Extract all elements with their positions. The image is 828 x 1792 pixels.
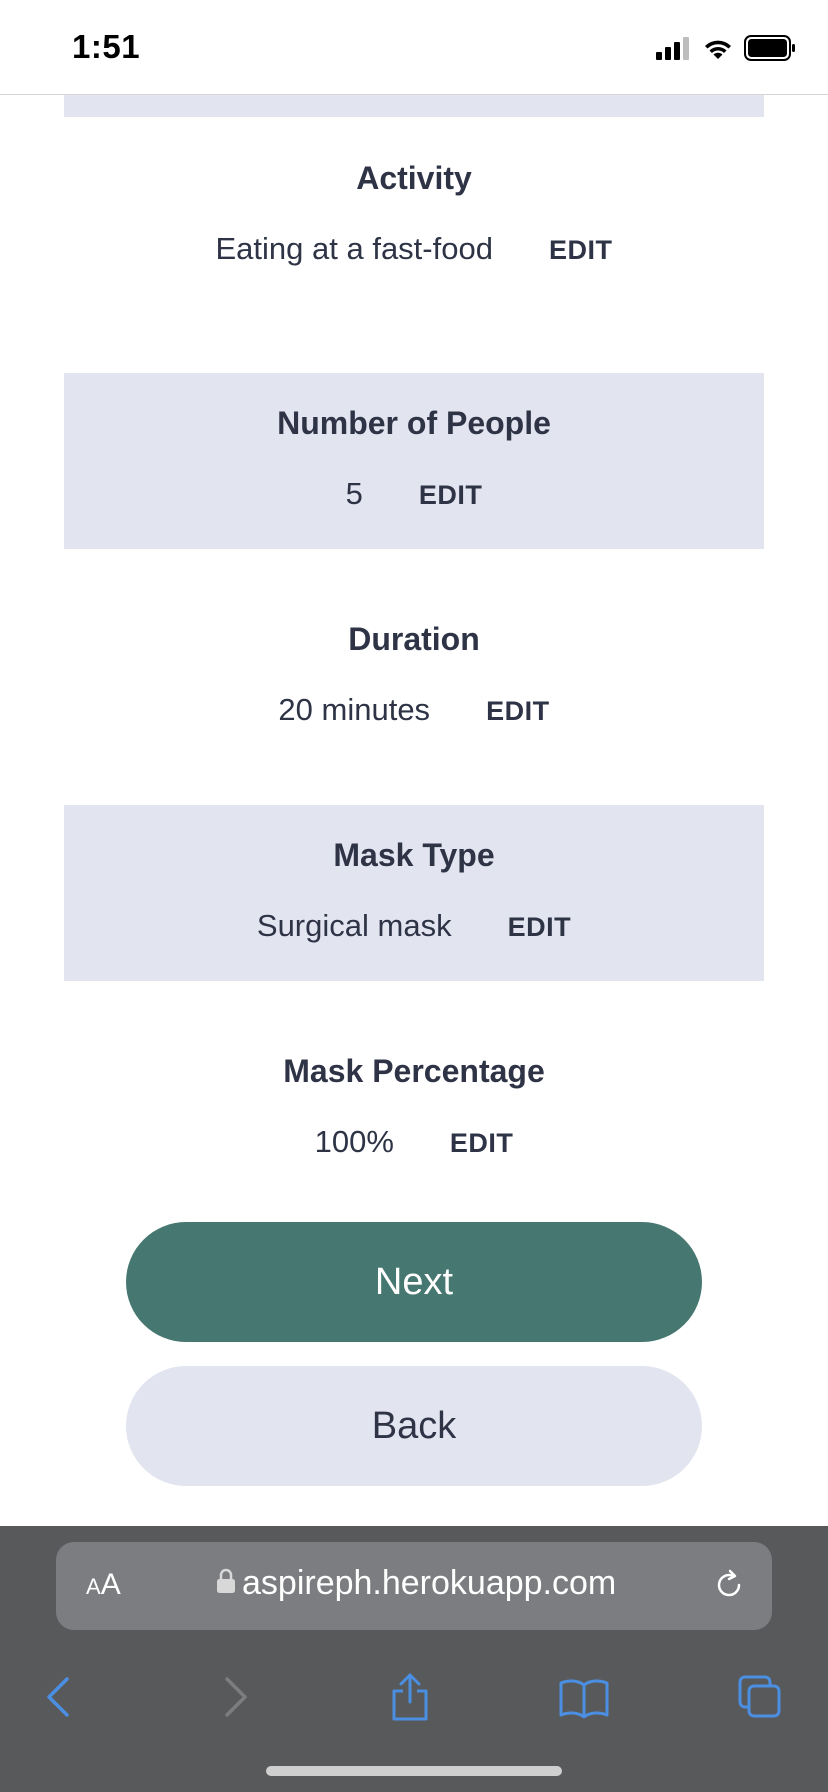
browser-nav-toolbar	[0, 1656, 828, 1756]
number-of-people-section: Number of People 5 EDIT	[64, 373, 764, 549]
section-value: 5	[345, 476, 363, 511]
next-button[interactable]: Next	[126, 1222, 702, 1342]
home-indicator	[266, 1766, 562, 1776]
edit-mask-type-button[interactable]: EDIT	[508, 912, 572, 943]
address-bar[interactable]: AA aspireph.herokuapp.com	[56, 1542, 772, 1630]
lock-icon	[216, 1564, 236, 1603]
cellular-signal-icon	[656, 36, 692, 65]
url-text: aspireph.herokuapp.com	[242, 1564, 617, 1602]
section-title: Number of People	[277, 405, 551, 441]
browser-toolbar: AA aspireph.herokuapp.com	[0, 1526, 828, 1792]
status-bar: 1:51	[0, 0, 828, 95]
section-value: Surgical mask	[256, 908, 452, 943]
section-value: Eating at a fast-food	[215, 231, 493, 266]
back-arrow-icon[interactable]	[28, 1672, 88, 1722]
activity-section: Activity Eating at a fast-food EDIT	[64, 128, 764, 304]
status-time: 1:51	[72, 28, 141, 65]
status-icons	[656, 34, 796, 66]
edit-mask-percentage-button[interactable]: EDIT	[450, 1128, 514, 1159]
back-button[interactable]: Back	[126, 1366, 702, 1486]
edit-duration-button[interactable]: EDIT	[486, 696, 550, 727]
section-title: Mask Type	[333, 837, 495, 873]
battery-icon	[744, 34, 796, 66]
mask-percentage-section: Mask Percentage 100% EDIT	[64, 1021, 764, 1197]
section-value: 20 minutes	[278, 692, 431, 727]
duration-section: Duration 20 minutes EDIT	[64, 589, 764, 765]
section-title: Activity	[356, 160, 472, 196]
section-title: Duration	[348, 621, 480, 657]
tabs-icon[interactable]	[730, 1672, 790, 1722]
mask-type-section: Mask Type Surgical mask EDIT	[64, 805, 764, 981]
wifi-icon	[702, 36, 734, 65]
forward-arrow-icon[interactable]	[206, 1672, 266, 1722]
edit-number-of-people-button[interactable]: EDIT	[419, 480, 483, 511]
section-value: 100%	[314, 1124, 394, 1159]
section-title: Mask Percentage	[283, 1053, 545, 1089]
bookmarks-icon[interactable]	[554, 1672, 614, 1722]
reload-icon[interactable]	[712, 1568, 746, 1607]
text-size-button[interactable]: AA	[86, 1568, 121, 1602]
share-icon[interactable]	[380, 1672, 440, 1722]
previous-section-stub	[64, 95, 764, 117]
edit-activity-button[interactable]: EDIT	[549, 235, 613, 266]
